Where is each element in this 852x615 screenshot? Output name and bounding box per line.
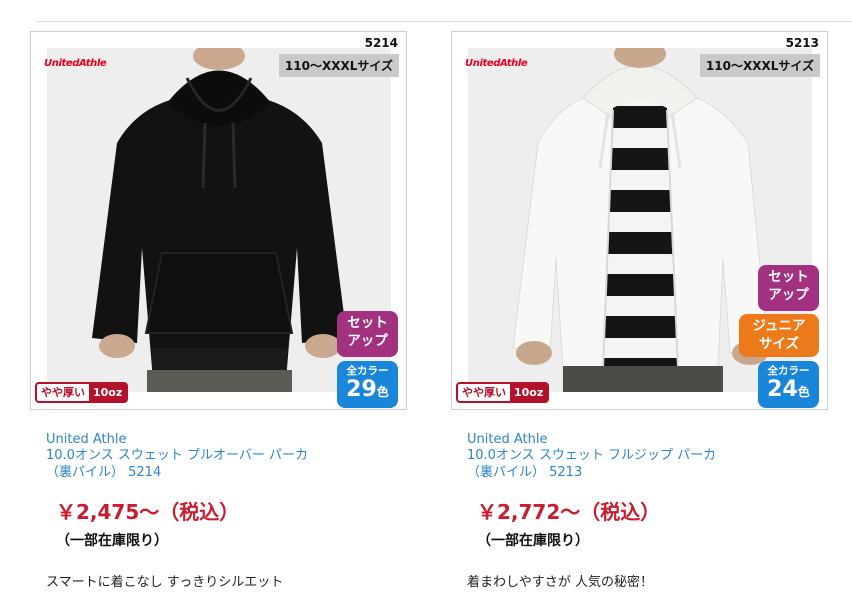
all-colors-label: 全カラー: [767, 365, 810, 377]
all-colors-label: 全カラー: [346, 365, 389, 377]
product-code: 5213: [785, 36, 819, 50]
product-name-line1[interactable]: 10.0オンス スウェット フルジップ パーカ: [467, 448, 787, 465]
product-name-line2[interactable]: （裏パイル） 5214: [46, 465, 366, 482]
united-athle-logo: UnitedAthle: [44, 58, 107, 69]
brand-link[interactable]: United Athle: [467, 432, 547, 447]
setup-badge-line1: セット: [768, 269, 809, 285]
junior-badge-line1: ジュニア: [752, 318, 806, 334]
product-name-link[interactable]: 10.0オンス スウェット プルオーバー パーカ （裏パイル） 5214: [46, 448, 366, 481]
product-code: 5214: [364, 36, 398, 50]
brand-link[interactable]: United Athle: [46, 432, 126, 447]
united-athle-logo: UnitedAthle: [465, 58, 528, 69]
fabric-weight: 10oz: [510, 384, 548, 401]
product-name-link[interactable]: 10.0オンス スウェット フルジップ パーカ （裏パイル） 5213: [467, 448, 787, 481]
fabric-weight: 10oz: [89, 384, 127, 401]
product-catchphrase: スマートに着こなし すっきりシルエット: [46, 575, 284, 590]
size-range-tag: 110〜XXXLサイズ: [699, 54, 820, 77]
color-unit: 色: [797, 385, 810, 399]
product-price: ￥2,772〜（税込）: [477, 500, 661, 524]
all-colors-badge: 全カラー 29色: [337, 361, 398, 408]
divider-line: [37, 21, 852, 22]
junior-badge-line2: サイズ: [758, 336, 800, 352]
setup-badge: セット アップ: [758, 265, 819, 311]
stock-note: （一部在庫限り）: [56, 533, 168, 549]
size-range-tag: 110〜XXXLサイズ: [278, 54, 399, 77]
color-unit: 色: [376, 385, 389, 399]
setup-badge-line2: アップ: [768, 287, 809, 303]
thickness-label: やや厚い: [462, 386, 506, 399]
product-price: ￥2,475〜（税込）: [56, 500, 240, 524]
product-catchphrase: 着まわしやすさが 人気の秘密！: [467, 575, 654, 590]
product-name-line1[interactable]: 10.0オンス スウェット プルオーバー パーカ: [46, 448, 366, 465]
setup-badge: セット アップ: [337, 311, 398, 357]
color-count: 24: [767, 377, 798, 402]
all-colors-badge: 全カラー 24色: [758, 361, 819, 408]
junior-size-badge: ジュニア サイズ: [739, 314, 819, 357]
product-image-frame[interactable]: 5214 110〜XXXLサイズ UnitedAthle セット アップ 全カラ…: [30, 31, 407, 410]
stock-note: （一部在庫限り）: [477, 533, 589, 549]
product-name-line2[interactable]: （裏パイル） 5213: [467, 465, 787, 482]
thickness-label: やや厚い: [41, 386, 85, 399]
color-count: 29: [346, 377, 377, 402]
setup-badge-line2: アップ: [347, 333, 388, 349]
setup-badge-line1: セット: [347, 315, 388, 331]
thickness-badge: やや厚い 10oz: [456, 382, 550, 403]
thickness-badge: やや厚い 10oz: [35, 382, 129, 403]
product-image-frame[interactable]: 5213 110〜XXXLサイズ UnitedAthle セット アップ ジュニ…: [451, 31, 828, 410]
